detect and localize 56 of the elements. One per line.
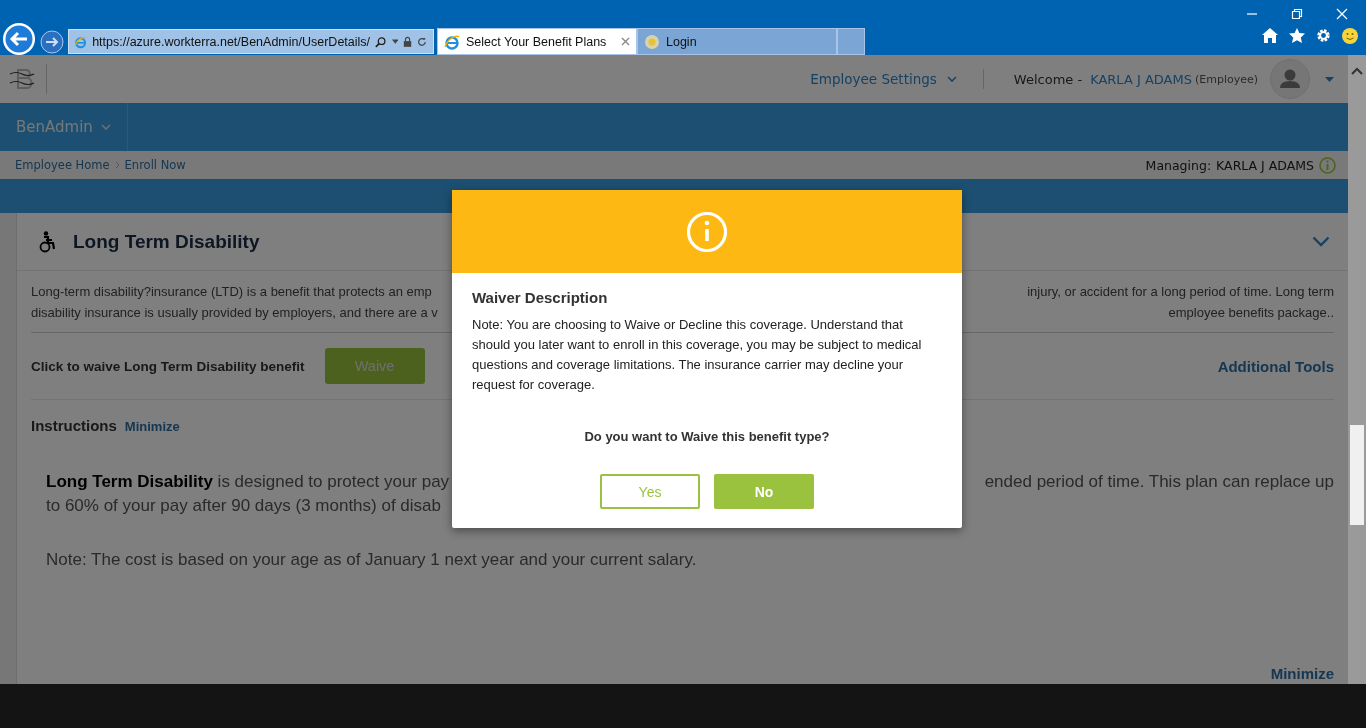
description-text: employee benefits package.. xyxy=(1168,304,1334,322)
waive-label: Click to waive Long Term Disability benefit xyxy=(31,358,305,374)
logo-icon xyxy=(8,68,36,90)
scrollbar-track[interactable] xyxy=(1348,55,1366,684)
browser-tab[interactable]: Login xyxy=(637,28,837,55)
minimize-link[interactable]: Minimize xyxy=(1270,665,1334,682)
forward-icon[interactable] xyxy=(40,29,64,54)
back-icon[interactable] xyxy=(2,21,36,56)
chevron-down-icon[interactable] xyxy=(946,76,957,82)
dialog-question: Do you want to Waive this benefit type? xyxy=(583,429,831,444)
search-icon[interactable] xyxy=(375,34,387,49)
instructions-text: to 60% of your pay after 90 days (3 months) of disab xyxy=(46,495,441,517)
lock-icon xyxy=(403,35,413,48)
description-text: injury, or accident for a long period of time. Long term xyxy=(1027,283,1334,301)
description-text: Long-term disability?insurance (LTD) is a benefit that protects an emp xyxy=(31,283,432,301)
breadcrumb-separator-icon xyxy=(114,161,120,169)
smiley-icon[interactable] xyxy=(1342,27,1358,44)
chevron-down-icon[interactable] xyxy=(1312,236,1330,247)
confirm-button[interactable]: No xyxy=(714,474,814,509)
browser-icon xyxy=(444,33,460,50)
employee-settings-menu[interactable]: Employee Settings xyxy=(810,71,937,87)
browser-tab[interactable]: Select Your Benefit Plans xyxy=(437,28,637,55)
wheelchair-icon xyxy=(39,230,55,253)
note-text: Note: The cost is based on your age as of January 1 next year and your current salary. xyxy=(46,549,698,571)
additional-tools-link[interactable]: Additional Tools xyxy=(1217,357,1334,375)
settings-icon[interactable] xyxy=(1316,27,1331,43)
minimize-link[interactable]: Minimize xyxy=(124,419,180,434)
info-icon xyxy=(686,210,728,253)
restore-icon[interactable] xyxy=(1291,8,1303,20)
breadcrumb-link[interactable]: Enroll Now xyxy=(124,158,186,172)
avatar-icon[interactable] xyxy=(1270,59,1310,99)
scrollbar-thumb[interactable] xyxy=(1350,425,1364,525)
refresh-icon[interactable] xyxy=(417,35,427,48)
home-icon[interactable] xyxy=(1262,27,1278,43)
instructions-text: ended period of time. This plan can replace up xyxy=(984,471,1334,493)
star-icon[interactable] xyxy=(1289,27,1305,43)
chevron-down-icon xyxy=(100,124,111,130)
dialog-title: Waiver Description xyxy=(472,289,609,306)
breadcrumb-link[interactable]: Employee Home xyxy=(15,158,110,172)
description-text: disability insurance is usually provided by employers, and there are a v xyxy=(31,304,438,322)
instructions-heading: Instructions xyxy=(31,417,117,434)
scroll-up-icon[interactable] xyxy=(1351,67,1363,75)
welcome-label: Welcome - xyxy=(1013,71,1083,87)
user-role: (Employee) xyxy=(1194,72,1258,86)
managing-label: Managing: xyxy=(1145,157,1212,173)
address-field[interactable]: https://azure.workterra.net/BenAdmin/UserDetails/ xyxy=(68,29,434,54)
caret-icon[interactable] xyxy=(1325,76,1334,82)
close-icon[interactable] xyxy=(621,37,630,46)
sun-icon xyxy=(644,33,660,50)
user-name[interactable]: KARLA J ADAMS xyxy=(1090,71,1192,87)
cancel-button[interactable]: Yes xyxy=(600,474,700,509)
dialog-message: Note: You are choosing to Waive or Decline this coverage. Understand that should you later want to enroll in this coverage, you may be subject to medical questions and coverage limitations. The insurance carrier may decline your request for coverage. xyxy=(472,316,923,394)
benefit-title: Long Term Disability xyxy=(73,230,260,253)
caret-icon[interactable] xyxy=(391,38,399,45)
instructions-text: Long Term Disability is designed to protect your pay xyxy=(46,471,450,493)
managing-name: KARLA J ADAMS xyxy=(1216,157,1314,173)
